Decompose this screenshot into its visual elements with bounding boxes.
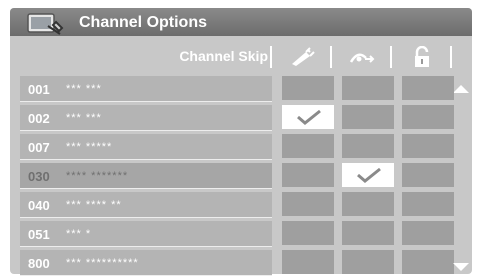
hide-checkbox[interactable] [282, 192, 334, 216]
header-divider [330, 46, 332, 68]
channel-row[interactable]: 001 *** *** [20, 76, 454, 102]
channel-number: 040 [28, 198, 50, 213]
channel-number: 051 [28, 227, 50, 242]
settings-tools-icon [27, 13, 64, 35]
title-bar: Channel Options [10, 8, 472, 36]
channel-label-cell[interactable]: 051 *** * [20, 221, 272, 247]
auto-play-icon [349, 53, 375, 63]
channel-row[interactable]: 800 *** ********** [20, 250, 454, 276]
hide-checkbox[interactable] [282, 134, 334, 158]
channel-name: *** * [66, 228, 92, 240]
channel-label-cell[interactable]: 001 *** *** [20, 76, 272, 102]
checkmark-icon [357, 167, 381, 183]
channel-number: 030 [28, 169, 50, 184]
auto-play-checkbox[interactable] [342, 250, 394, 274]
lock-icon [415, 46, 429, 67]
channel-name: **** ******* [66, 170, 129, 182]
scroll-up-arrow-icon[interactable] [452, 84, 470, 94]
lock-checkbox[interactable] [402, 192, 454, 216]
scroll-down-arrow-icon[interactable] [452, 262, 470, 272]
hide-checkbox[interactable] [282, 76, 334, 100]
channel-options-panel: Channel Options Channel Skip 001 *** ***… [10, 8, 472, 276]
header-divider [390, 46, 392, 68]
channel-label-cell[interactable]: 040 *** **** ** [20, 192, 272, 218]
channel-row[interactable]: 007 *** ***** [20, 134, 454, 160]
channel-name: *** ***** [66, 141, 113, 153]
hide-checkbox[interactable] [282, 163, 334, 187]
channel-number: 001 [28, 82, 50, 97]
lock-checkbox[interactable] [402, 76, 454, 100]
auto-play-checkbox[interactable] [342, 221, 394, 245]
auto-play-checkbox[interactable] [342, 163, 394, 187]
window-title: Channel Options [79, 14, 207, 31]
hide-checkbox[interactable] [282, 250, 334, 274]
channel-name: *** *** [66, 112, 102, 124]
auto-play-checkbox[interactable] [342, 76, 394, 100]
lock-checkbox[interactable] [402, 250, 454, 274]
channel-row[interactable]: 002 *** *** [20, 105, 454, 131]
channel-row[interactable]: 051 *** * [20, 221, 454, 247]
channel-label-cell[interactable]: 030 **** ******* [20, 163, 272, 189]
channel-label-cell[interactable]: 800 *** ********** [20, 250, 272, 276]
column-header-row: Channel Skip [18, 42, 458, 72]
auto-play-checkbox[interactable] [342, 105, 394, 129]
channel-number: 800 [28, 256, 50, 271]
hide-checkbox[interactable] [282, 221, 334, 245]
channel-row[interactable]: 040 *** **** ** [20, 192, 454, 218]
channel-row-highlighted[interactable]: 030 **** ******* [20, 163, 454, 189]
channel-label-cell[interactable]: 002 *** *** [20, 105, 272, 131]
channel-number: 002 [28, 111, 50, 126]
lock-checkbox[interactable] [402, 105, 454, 129]
channel-label-cell[interactable]: 007 *** ***** [20, 134, 272, 160]
channel-name: *** **** ** [66, 199, 122, 211]
hide-channel-icon [292, 47, 315, 66]
header-divider [450, 46, 452, 68]
lock-checkbox[interactable] [402, 221, 454, 245]
channel-list: 001 *** *** 002 *** *** 007 *** ***** 03… [20, 76, 454, 279]
lock-checkbox[interactable] [402, 163, 454, 187]
header-divider [270, 46, 272, 68]
channel-name: *** *** [66, 83, 102, 95]
auto-play-checkbox[interactable] [342, 192, 394, 216]
lock-checkbox[interactable] [402, 134, 454, 158]
hide-checkbox[interactable] [282, 105, 334, 129]
auto-play-checkbox[interactable] [342, 134, 394, 158]
channel-skip-header: Channel Skip [179, 48, 268, 64]
channel-number: 007 [28, 140, 50, 155]
channel-name: *** ********** [66, 257, 139, 269]
checkmark-icon [297, 109, 321, 125]
